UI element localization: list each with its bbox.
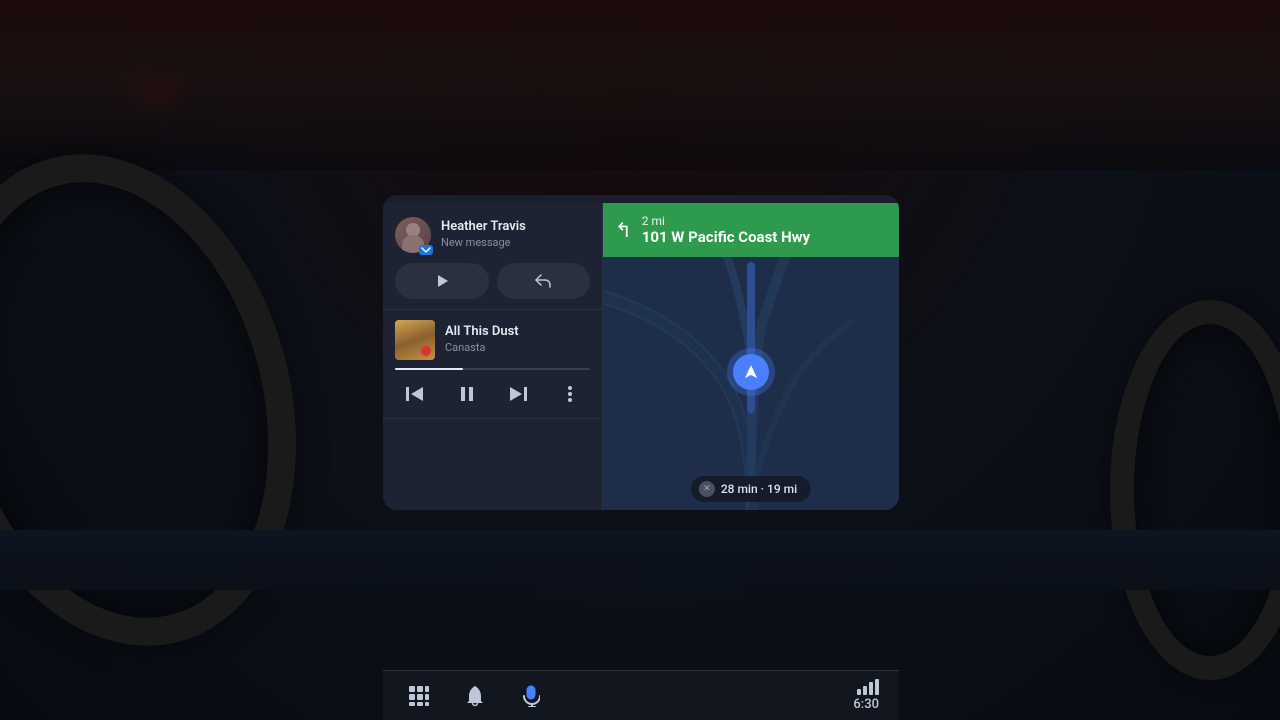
avatar-wrap (395, 217, 431, 253)
eta-close-button[interactable]: ✕ (699, 481, 715, 497)
dashboard-top (0, 0, 1280, 170)
nav-street-name: 101 W Pacific Coast Hwy (642, 228, 810, 246)
clock-display: 6:30 (853, 697, 879, 712)
signal-bar-3 (869, 682, 873, 695)
location-arrow (733, 354, 769, 390)
signal-bar-1 (857, 689, 861, 695)
display-content: Heather Travis New message (383, 203, 899, 510)
message-subtitle: New message (441, 236, 526, 250)
music-prev-button[interactable] (399, 378, 431, 410)
album-art-dot (421, 346, 431, 356)
music-progress-bar (395, 368, 590, 370)
navigation-panel[interactable]: ↰ 2 mi 101 W Pacific Coast Hwy ✕ 28 min … (603, 203, 899, 510)
eta-text: 28 min · 19 mi (721, 482, 797, 496)
android-auto-display: Heather Travis New message (383, 195, 899, 510)
bottom-navigation-bar: 6:30 (383, 670, 899, 720)
music-progress-fill (395, 368, 463, 370)
music-artist: Canasta (445, 341, 590, 355)
nav-distance-wrap: 2 mi 101 W Pacific Coast Hwy (642, 214, 810, 246)
nav-direction-header[interactable]: ↰ 2 mi 101 W Pacific Coast Hwy (603, 203, 899, 257)
message-text-wrap: Heather Travis New message (441, 219, 526, 250)
music-card: All This Dust Canasta (383, 310, 602, 419)
music-title: All This Dust (445, 324, 590, 341)
message-play-button[interactable] (395, 263, 489, 299)
location-marker (733, 354, 769, 390)
eta-bar: ✕ 28 min · 19 mi (691, 476, 811, 502)
message-reply-button[interactable] (497, 263, 591, 299)
music-pause-button[interactable] (451, 378, 483, 410)
left-panel: Heather Travis New message (383, 203, 603, 510)
status-bar: 6:30 (853, 679, 879, 712)
apps-grid-button[interactable] (403, 680, 435, 712)
dashboard-shelf (0, 530, 1280, 590)
signal-bar-2 (863, 686, 867, 695)
nav-distance: 2 mi (642, 214, 810, 228)
signal-bars (857, 679, 879, 695)
music-next-button[interactable] (502, 378, 534, 410)
notifications-bell-button[interactable] (459, 680, 491, 712)
nav-turn-arrow-icon: ↰ (615, 218, 632, 242)
microphone-button[interactable] (515, 680, 547, 712)
music-header: All This Dust Canasta (395, 320, 590, 360)
message-actions (395, 263, 590, 299)
message-sender: Heather Travis (441, 219, 526, 236)
avatar-face (406, 223, 420, 237)
music-controls (395, 378, 590, 410)
display-topbar (383, 195, 899, 203)
message-header: Heather Travis New message (395, 217, 590, 253)
album-art (395, 320, 435, 360)
message-app-badge (419, 245, 433, 255)
signal-bar-4 (875, 679, 879, 695)
bottom-icons (403, 680, 547, 712)
message-card: Heather Travis New message (383, 203, 602, 310)
music-info: All This Dust Canasta (445, 324, 590, 355)
music-more-button[interactable] (554, 378, 586, 410)
